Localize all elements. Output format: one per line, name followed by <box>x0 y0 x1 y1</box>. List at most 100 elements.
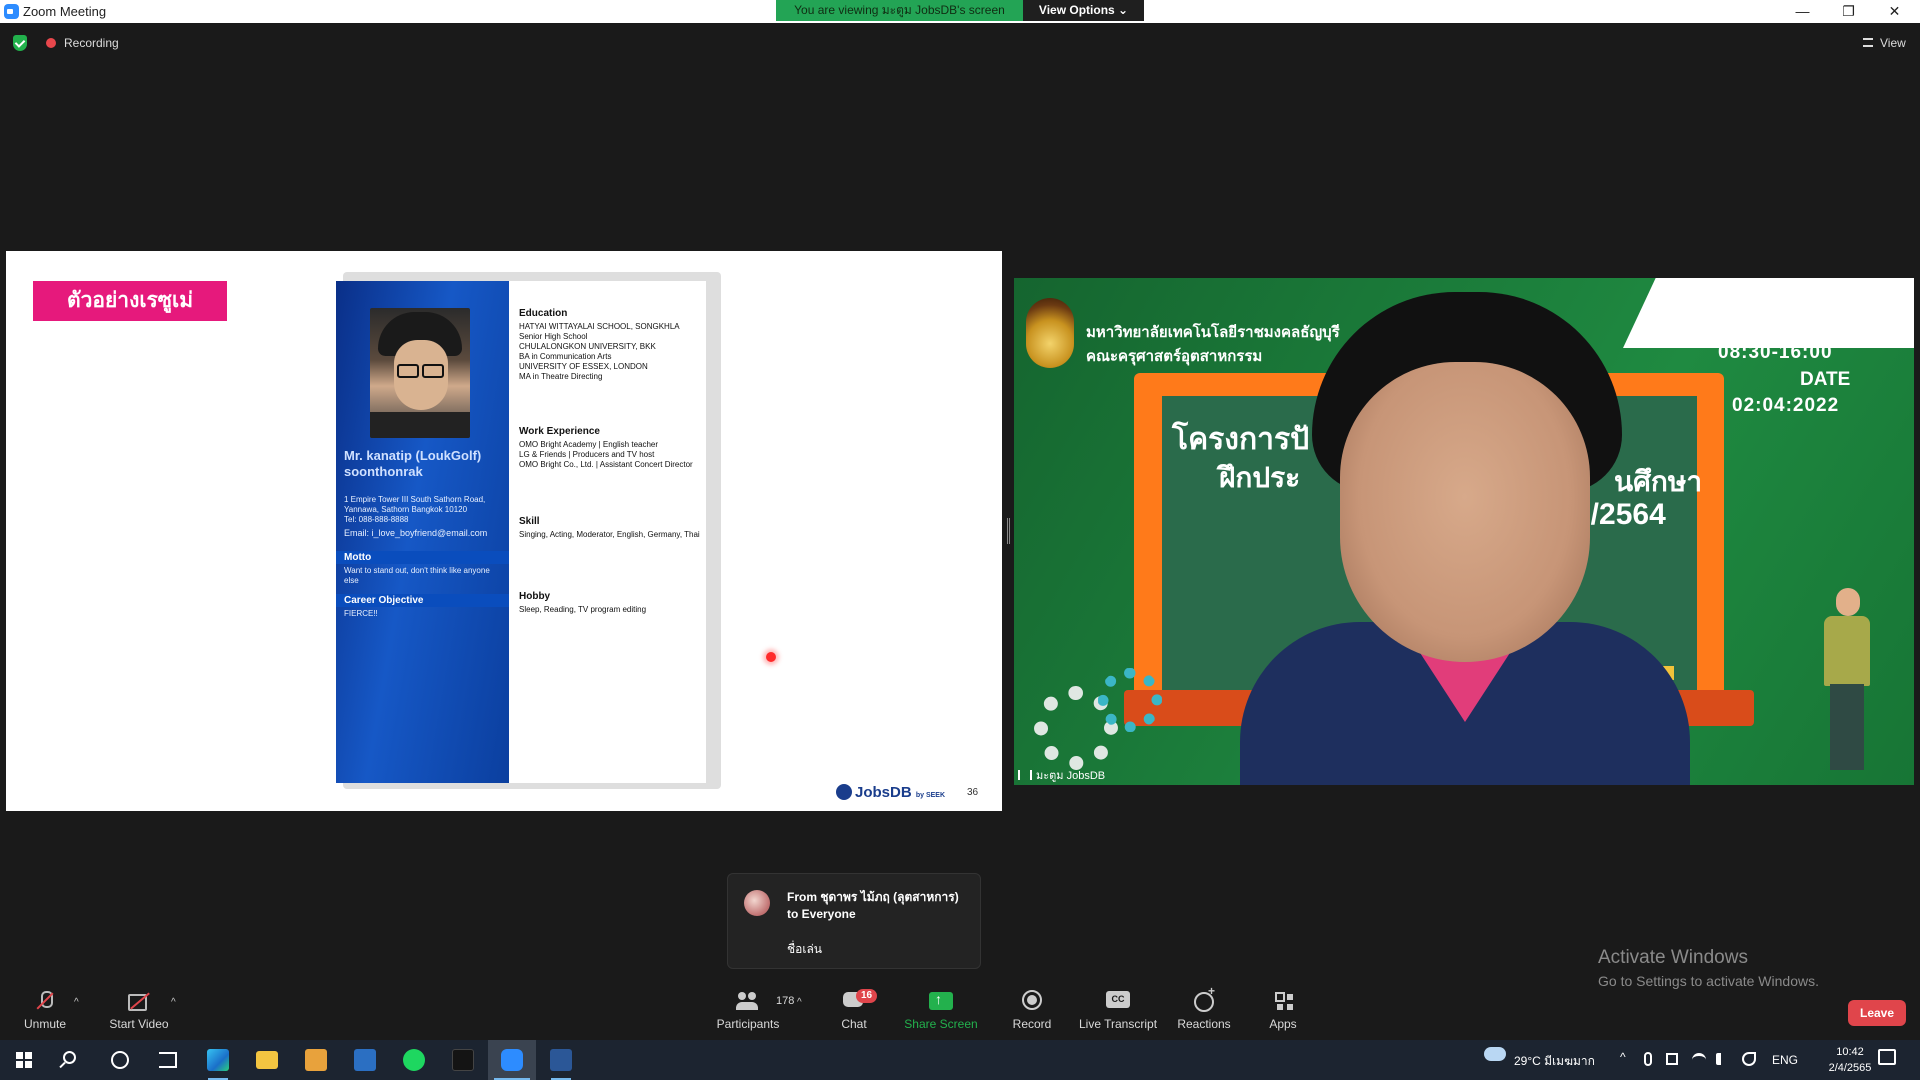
grid-view-icon <box>1863 38 1873 47</box>
windows-taskbar: 29°C มีเมฆมาก ^ ENG 10:42 2/4/2565 <box>0 1040 1920 1080</box>
record-button[interactable]: Record <box>1008 990 1056 1031</box>
share-screen-button[interactable]: Share Screen <box>903 990 979 1031</box>
unmute-button[interactable]: Unmute <box>20 990 70 1031</box>
video-board-line2: ฝึกประ <box>1219 462 1301 493</box>
live-transcript-button[interactable]: Live Transcript <box>1079 990 1157 1031</box>
unmute-label: Unmute <box>23 1017 67 1031</box>
recording-label[interactable]: Recording <box>64 36 119 50</box>
participant-name: มะตูม JobsDB <box>1036 770 1106 782</box>
resume-main: Education HATYAI WITTAYALAI SCHOOL, SONG… <box>509 281 706 783</box>
task-view-button[interactable] <box>144 1040 192 1080</box>
zoom-icon <box>501 1049 523 1071</box>
taskbar-spotify[interactable] <box>390 1040 438 1080</box>
search-button[interactable] <box>48 1040 96 1080</box>
record-label: Record <box>1012 1017 1052 1031</box>
wifi-icon[interactable] <box>1692 1053 1706 1065</box>
jobsdb-logo: JobsDB by SEEK <box>836 784 945 801</box>
jobsdb-logo-sub: by SEEK <box>915 792 946 799</box>
teacher-illustration <box>1814 588 1884 778</box>
window-title: Zoom Meeting <box>23 4 107 19</box>
microphone-tray-icon[interactable] <box>1644 1052 1652 1066</box>
taskbar-media-player[interactable] <box>292 1040 340 1080</box>
muted-mic-icon <box>33 990 57 1012</box>
resume-career-heading: Career Objective <box>336 594 509 607</box>
video-time-value: 08:30-16:00 <box>1718 342 1833 363</box>
video-off-icon <box>127 990 151 1012</box>
resume-education-text: HATYAI WITTAYALAI SCHOOL, SONGKHLA Senio… <box>519 322 680 381</box>
reaction-icon <box>1192 984 1216 1012</box>
notification-center-icon[interactable] <box>1878 1049 1896 1065</box>
video-faculty-name: คณะครุศาสตร์อุตสาหกรรม <box>1086 348 1263 365</box>
participants-chevron-icon[interactable]: ^ <box>797 997 807 1008</box>
share-screen-icon <box>929 990 953 1012</box>
resume-motto-heading: Motto <box>336 551 509 564</box>
resume-education-heading: Education <box>519 308 568 319</box>
pen-tray-icon[interactable] <box>1742 1052 1756 1066</box>
avatar <box>744 890 770 916</box>
taskbar-edge[interactable] <box>194 1040 242 1080</box>
view-button[interactable]: View <box>1858 33 1910 53</box>
view-label: View <box>1880 36 1906 50</box>
shared-screen-slide: ตัวอย่างเรซูเม่ Mr. kanatip (LoukGolf) s… <box>6 251 1002 811</box>
resume-career-text: FIERCE!! <box>344 609 378 618</box>
resume-sample: Mr. kanatip (LoukGolf) soonthonrak 1 Emp… <box>336 281 706 783</box>
resume-sidebar: Mr. kanatip (LoukGolf) soonthonrak 1 Emp… <box>336 281 509 783</box>
presenter-figure <box>1240 292 1690 785</box>
chat-unread-badge: 16 <box>856 989 877 1003</box>
resume-motto-text: Want to stand out, don't think like anyo… <box>344 566 490 585</box>
security-shield-icon[interactable] <box>13 35 27 51</box>
taskbar-clock[interactable]: 10:42 2/4/2565 <box>1817 1044 1883 1076</box>
video-options-chevron-icon[interactable]: ^ <box>171 997 181 1008</box>
zoom-app-icon <box>4 4 19 19</box>
taskbar-netflix[interactable] <box>439 1040 487 1080</box>
minimize-button[interactable]: — <box>1780 0 1825 22</box>
weather-text[interactable]: 29°C มีเมฆมาก <box>1514 1052 1595 1071</box>
chat-notification-message: ชื่อเล่น <box>787 942 823 956</box>
start-button[interactable] <box>0 1040 48 1080</box>
taskbar-word[interactable] <box>537 1040 585 1080</box>
folder-icon <box>256 1051 278 1069</box>
close-button[interactable]: ✕ <box>1872 0 1917 22</box>
start-video-button[interactable]: Start Video <box>104 990 174 1031</box>
view-options-button[interactable]: View Options ⌄ <box>1023 0 1144 21</box>
restore-button[interactable]: ❐ <box>1826 0 1871 22</box>
tray-overflow-chevron-icon[interactable]: ^ <box>1620 1050 1626 1064</box>
participant-video[interactable]: มหาวิทยาลัยเทคโนโลยีราชมงคลธัญบุรี คณะคร… <box>1014 278 1914 785</box>
edge-icon <box>207 1049 229 1071</box>
start-video-label: Start Video <box>109 1017 169 1031</box>
language-indicator[interactable]: ENG <box>1772 1053 1798 1067</box>
record-icon <box>1020 990 1044 1012</box>
task-view-icon <box>159 1052 177 1068</box>
recording-dot-icon <box>46 38 56 48</box>
participants-icon <box>736 990 760 1012</box>
taskbar-store[interactable] <box>341 1040 389 1080</box>
weather-cloud-icon[interactable] <box>1484 1047 1506 1061</box>
chat-notification[interactable]: From ชุดาพร ไม้ภฤ (ลุตสาหการ) to Everyon… <box>727 873 981 969</box>
resume-hobby-heading: Hobby <box>519 591 551 602</box>
resume-skill-heading: Skill <box>519 516 540 527</box>
closed-caption-icon <box>1106 990 1130 1012</box>
apps-button[interactable]: Apps <box>1268 990 1298 1031</box>
taskbar-file-explorer[interactable] <box>243 1040 291 1080</box>
taskbar-zoom[interactable] <box>488 1040 536 1080</box>
audio-options-chevron-icon[interactable]: ^ <box>74 997 84 1008</box>
university-seal-icon <box>1026 298 1074 368</box>
resume-email: Email: i_love_boyfriend@email.com <box>344 528 488 538</box>
participants-label: Participants <box>716 1017 780 1031</box>
viewing-screen-banner: You are viewing มะตูม JobsDB's screen <box>776 0 1023 21</box>
activate-windows-subtitle: Go to Settings to activate Windows. <box>1598 973 1819 989</box>
participants-count: 178 <box>776 995 795 1007</box>
laser-pointer-icon <box>766 652 776 662</box>
reactions-button[interactable]: Reactions <box>1176 984 1232 1031</box>
gear-icon <box>1098 668 1162 732</box>
slide-title-tag: ตัวอย่างเรซูเม่ <box>33 281 227 321</box>
participants-button[interactable]: Participants <box>712 990 784 1031</box>
cortana-button[interactable] <box>96 1040 144 1080</box>
split-handle[interactable] <box>1007 518 1010 544</box>
volume-icon[interactable] <box>1716 1053 1728 1065</box>
resume-hobby-text: Sleep, Reading, TV program editing <box>519 605 647 614</box>
video-date-value: 02:04:2022 <box>1732 395 1840 416</box>
clock-date: 2/4/2565 <box>1828 1062 1872 1074</box>
device-tray-icon[interactable] <box>1666 1053 1678 1065</box>
leave-button[interactable]: Leave <box>1848 1000 1906 1026</box>
